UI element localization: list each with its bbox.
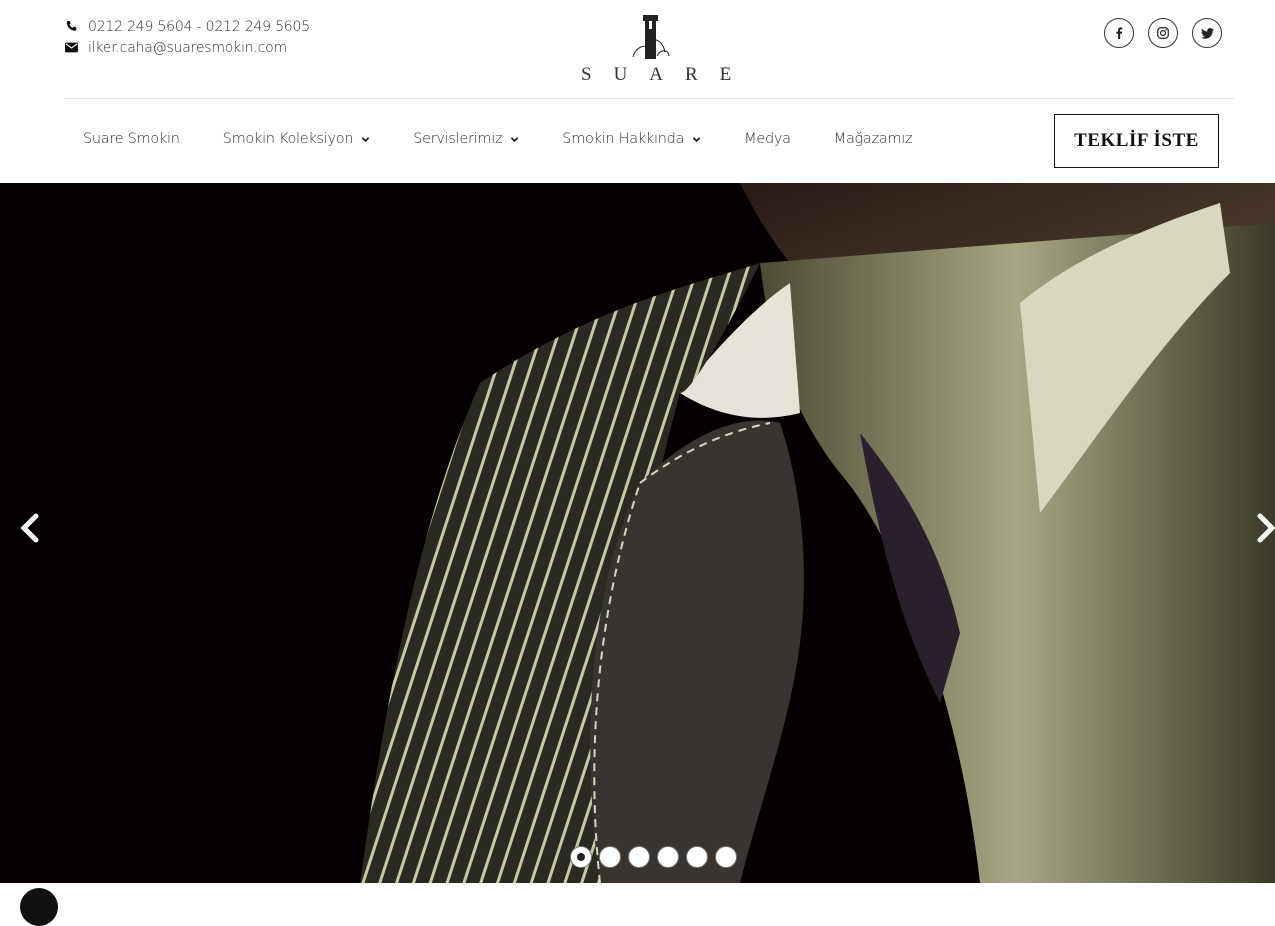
- slider-dot-1[interactable]: [570, 846, 592, 868]
- twitter-icon[interactable]: [1192, 18, 1222, 48]
- slider-dot-2[interactable]: [599, 846, 621, 868]
- slider-dot-3[interactable]: [628, 846, 650, 868]
- nav-item-medya[interactable]: Medya: [744, 131, 791, 147]
- chevron-down-icon: [510, 135, 519, 144]
- nav-item-smokin-hakkinda[interactable]: Smokin Hakkında: [562, 131, 701, 147]
- nav-label: Medya: [744, 131, 791, 147]
- main-nav: Suare Smokin Smokin Koleksiyon Servisler…: [83, 114, 955, 164]
- slider-dot-6[interactable]: [715, 846, 737, 868]
- site-logo[interactable]: SUARE: [565, 12, 735, 88]
- header: 0212 249 5604 - 0212 249 5605 ilker.caha…: [0, 0, 1275, 98]
- nav-label: Smokin Koleksiyon: [222, 131, 354, 147]
- slider-next-button[interactable]: [1252, 513, 1275, 543]
- nav-label: Servislerimiz: [413, 131, 503, 147]
- social-links: [1104, 18, 1222, 48]
- facebook-icon[interactable]: [1104, 18, 1134, 48]
- hero-image: [0, 183, 1275, 883]
- chevron-down-icon: [361, 135, 370, 144]
- phone-icon: [64, 20, 78, 34]
- slider-dot-4[interactable]: [657, 846, 679, 868]
- instagram-icon[interactable]: [1148, 18, 1178, 48]
- slider-pagination: [570, 846, 737, 868]
- logo-wordmark: SUARE: [581, 64, 754, 85]
- request-quote-button[interactable]: TEKLİF İSTE: [1054, 114, 1219, 168]
- phone-number: 0212 249 5604 - 0212 249 5605: [88, 18, 310, 35]
- nav-item-magazamiz[interactable]: Mağazamız: [834, 131, 913, 147]
- slider-dot-5[interactable]: [686, 846, 708, 868]
- chevron-down-icon: [692, 135, 701, 144]
- nav-label: Mağazamız: [833, 131, 913, 147]
- nav-item-smokin-koleksiyon[interactable]: Smokin Koleksiyon: [223, 131, 371, 147]
- header-divider: [64, 98, 1234, 99]
- floating-action-button[interactable]: [20, 888, 58, 926]
- email-row[interactable]: ilker.caha@suaresmokin.com: [64, 37, 310, 58]
- nav-item-suare-smokin[interactable]: Suare Smokin: [83, 131, 180, 147]
- hero-slider: [0, 183, 1275, 883]
- envelope-icon: [64, 41, 78, 55]
- phone-row[interactable]: 0212 249 5604 - 0212 249 5605: [64, 16, 310, 37]
- nav-label: Smokin Hakkında: [562, 131, 685, 147]
- contact-info: 0212 249 5604 - 0212 249 5605 ilker.caha…: [64, 16, 310, 58]
- slider-prev-button[interactable]: [18, 513, 44, 543]
- nav-item-servislerimiz[interactable]: Servislerimiz: [413, 131, 519, 147]
- nav-label: Suare Smokin: [83, 131, 180, 147]
- email-address: ilker.caha@suaresmokin.com: [88, 39, 287, 56]
